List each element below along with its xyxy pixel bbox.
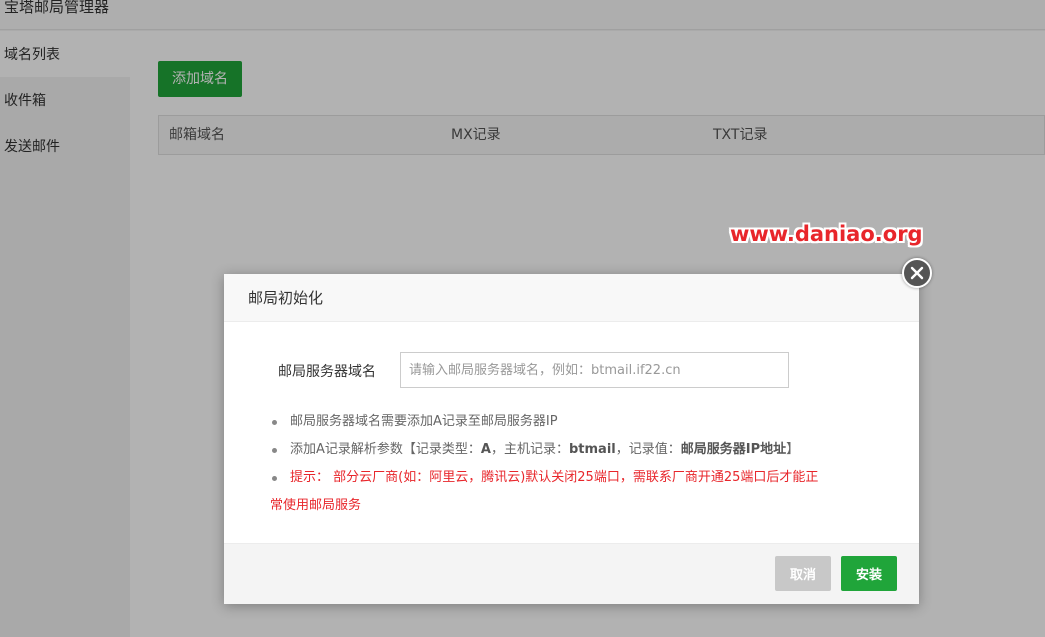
list-item: 添加A记录解析参数【记录类型：A，主机记录：btmail，记录值：邮局服务器IP…	[270, 436, 890, 464]
list-item: 邮局服务器域名需要添加A记录至邮局服务器IP	[270, 408, 890, 436]
watermark: www.daniao.org	[730, 222, 923, 246]
instruction-list: 邮局服务器域名需要添加A记录至邮局服务器IP 添加A记录解析参数【记录类型：A，…	[270, 408, 890, 520]
bullet-icon	[272, 420, 277, 425]
note-params-suffix: 】	[786, 442, 800, 457]
warning-line-1: 提示： 部分云厂商(如：阿里云，腾讯云)默认关闭25端口，需联系厂商开通25端口…	[290, 470, 819, 485]
install-button[interactable]: 安装	[841, 556, 897, 591]
note-host-value: btmail	[568, 442, 616, 457]
dialog-title: 邮局初始化	[224, 274, 919, 322]
list-item: 提示： 部分云厂商(如：阿里云，腾讯云)默认关闭25端口，需联系厂商开通25端口…	[270, 464, 890, 520]
note-a-record: 邮局服务器域名需要添加A记录至邮局服务器IP	[290, 414, 558, 429]
server-domain-input[interactable]	[400, 352, 789, 388]
note-host-prefix: ，主机记录：	[490, 442, 569, 457]
close-button[interactable]	[902, 258, 932, 288]
note-params-prefix: 添加A记录解析参数【记录类型：	[290, 442, 481, 457]
bullet-icon	[272, 476, 277, 481]
dialog-footer: 取消 安装	[224, 543, 919, 604]
note-record-type: A	[480, 442, 491, 457]
close-icon	[910, 266, 924, 280]
server-domain-label: 邮局服务器域名	[278, 364, 376, 380]
note-record-value: 邮局服务器IP地址	[680, 442, 787, 457]
note-value-prefix: ，记录值：	[615, 442, 681, 457]
mail-init-dialog: 邮局初始化 邮局服务器域名 邮局服务器域名需要添加A记录至邮局服务器IP 添加A…	[224, 258, 932, 604]
cancel-button[interactable]: 取消	[775, 556, 831, 591]
bullet-icon	[272, 448, 277, 453]
warning-line-2: 常使用邮局服务	[270, 498, 362, 513]
